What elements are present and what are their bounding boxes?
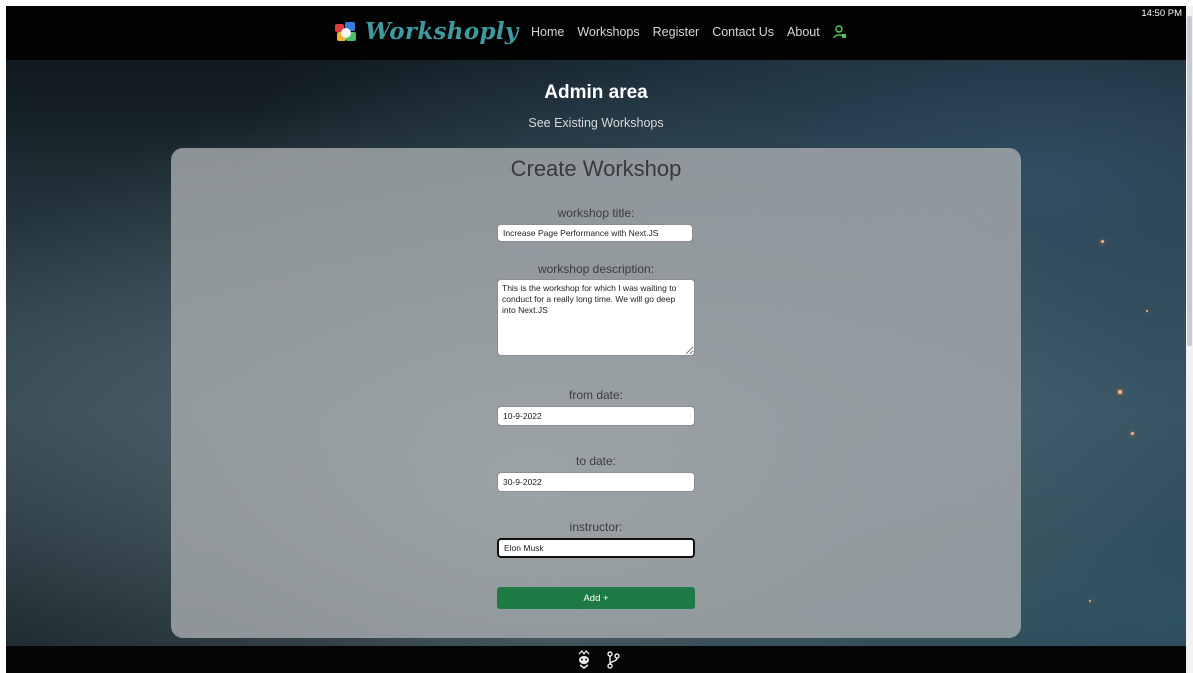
main-nav: Home Workshops Register Contact Us About bbox=[531, 25, 847, 39]
workshop-description-label: workshop description: bbox=[537, 262, 655, 276]
to-date-input[interactable] bbox=[497, 472, 695, 492]
create-workshop-form: Create Workshop workshop title: workshop… bbox=[171, 148, 1021, 638]
user-lock-icon[interactable] bbox=[833, 25, 847, 39]
instructor-label: instructor: bbox=[569, 520, 623, 534]
app-window: Workshoply Home Workshops Register Conta… bbox=[6, 6, 1186, 673]
nav-about[interactable]: About bbox=[787, 25, 820, 39]
spark-decoration bbox=[1131, 432, 1134, 435]
nav-contact-us[interactable]: Contact Us bbox=[712, 25, 774, 39]
instructor-input[interactable] bbox=[497, 538, 695, 558]
nav-home[interactable]: Home bbox=[531, 25, 564, 39]
nav-register[interactable]: Register bbox=[653, 25, 700, 39]
mascot-icon[interactable] bbox=[576, 650, 592, 670]
spark-decoration bbox=[1101, 240, 1104, 243]
system-clock: 14:50 PM bbox=[1141, 8, 1182, 19]
hero-section: Admin area See Existing Workshops Create… bbox=[6, 60, 1186, 646]
brand[interactable]: Workshoply bbox=[333, 18, 519, 45]
workshop-title-input[interactable] bbox=[497, 224, 693, 242]
footer bbox=[6, 646, 1186, 673]
git-branch-icon[interactable] bbox=[606, 651, 620, 669]
form-title: Create Workshop bbox=[510, 156, 682, 181]
workshop-title-label: workshop title: bbox=[557, 206, 635, 220]
nav-workshops[interactable]: Workshops bbox=[577, 25, 639, 39]
from-date-input[interactable] bbox=[497, 406, 695, 426]
from-date-label: from date: bbox=[568, 388, 624, 402]
spark-decoration bbox=[1146, 310, 1148, 312]
spark-decoration bbox=[1118, 390, 1122, 394]
footer-icons bbox=[576, 650, 620, 670]
page-title: Admin area bbox=[544, 82, 648, 103]
to-date-label: to date: bbox=[575, 454, 617, 468]
workshop-logo-icon bbox=[333, 20, 359, 44]
navbar: Workshoply Home Workshops Register Conta… bbox=[6, 6, 1186, 60]
page-scrollbar[interactable] bbox=[1186, 6, 1193, 673]
add-workshop-button[interactable]: Add + bbox=[497, 587, 695, 609]
spark-decoration bbox=[1089, 600, 1091, 602]
scrollbar-thumb[interactable] bbox=[1187, 16, 1192, 346]
see-existing-workshops-link[interactable]: See Existing Workshops bbox=[6, 116, 1186, 130]
brand-name: Workshoply bbox=[365, 18, 519, 45]
workshop-description-input[interactable]: This is the workshop for which I was wai… bbox=[497, 279, 695, 356]
